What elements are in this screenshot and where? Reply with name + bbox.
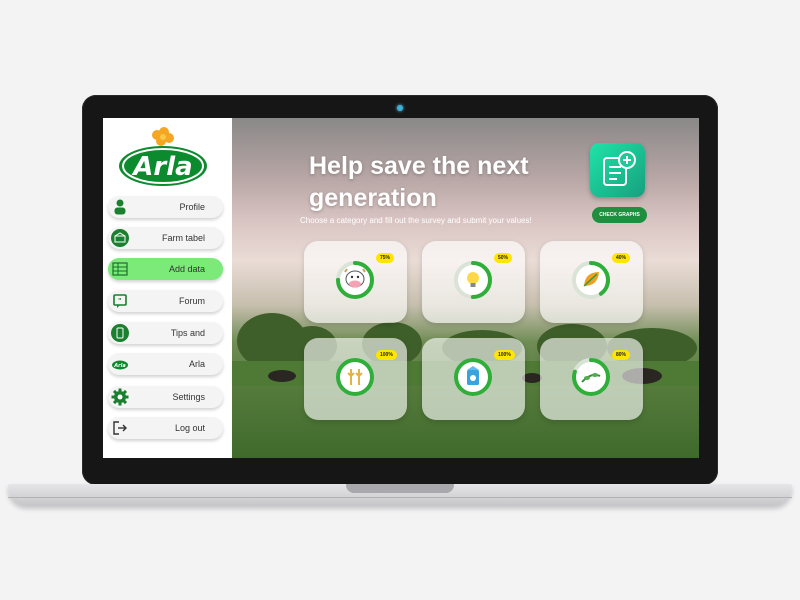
sidebar-item-tips[interactable]: Tips and <box>108 322 223 344</box>
sidebar-item-label: Tips and <box>170 328 205 338</box>
logo-text: Arla <box>131 152 192 182</box>
progress-badge: 100% <box>494 350 515 360</box>
sidebar-item-settings[interactable]: Settings <box>108 386 223 408</box>
progress-ring <box>336 358 374 396</box>
table-icon <box>111 260 129 278</box>
sidebar-item-farm-tabel[interactable]: Farm tabel <box>108 227 223 249</box>
progress-ring <box>572 358 610 396</box>
category-card[interactable]: 75% <box>304 241 407 323</box>
progress-badge: 40% <box>612 253 631 263</box>
progress-ring <box>336 261 374 299</box>
sidebar-item-label: Forum <box>178 296 205 306</box>
progress-badge: 75% <box>376 253 395 263</box>
progress-ring <box>572 261 610 299</box>
page-title: Help save the next generation <box>309 152 529 212</box>
sidebar-item-label: Farm tabel <box>161 233 205 243</box>
sidebar-item-logout[interactable]: Log out <box>108 417 223 439</box>
progress-ring <box>454 358 492 396</box>
check-graphs-button[interactable]: CHECK GRAPHS <box>592 207 647 223</box>
category-card[interactable]: 100% <box>304 338 407 420</box>
progress-badge: 100% <box>376 350 397 360</box>
sidebar-item-profile[interactable]: Profile <box>108 196 223 218</box>
main-panel: Help save the next generation Choose a c… <box>232 118 699 458</box>
barn-icon <box>111 229 129 247</box>
category-card[interactable]: 40% <box>540 241 643 323</box>
sidebar-item-arla[interactable]: Arla Arla <box>108 353 223 375</box>
sidebar-item-label: Arla <box>188 359 205 369</box>
page-subtitle: Choose a category and fill out the surve… <box>300 216 532 225</box>
sidebar-item-label: Add data <box>168 264 205 274</box>
sidebar-item-label: Log out <box>174 423 205 433</box>
app-screen: Arla Profile Farm tabel Add data " Forum… <box>103 118 699 458</box>
arla-logo: Arla <box>119 127 207 186</box>
add-document-icon <box>603 151 636 186</box>
sidebar-item-label: Profile <box>179 202 205 212</box>
category-card[interactable]: 50% <box>422 241 525 323</box>
tablet-icon <box>111 324 129 342</box>
sidebar-item-add-data[interactable]: Add data <box>108 258 223 280</box>
svg-text:": " <box>118 297 122 305</box>
milk-carton-icon <box>467 366 479 385</box>
check-graphs-tile[interactable] <box>590 143 645 197</box>
category-card[interactable]: 100% <box>422 338 525 420</box>
sidebar-item-label: Settings <box>172 392 205 402</box>
svg-text:Arla: Arla <box>113 363 126 369</box>
person-icon <box>111 198 129 216</box>
arla-logo-icon: Arla <box>111 355 129 373</box>
sidebar-item-forum[interactable]: " Forum <box>108 290 223 312</box>
gear-icon <box>111 388 129 406</box>
logout-icon <box>111 419 129 437</box>
webcam <box>397 105 403 111</box>
chat-icon: " <box>111 292 129 310</box>
progress-badge: 80% <box>612 350 631 360</box>
sidebar: Arla Profile Farm tabel Add data " Forum… <box>103 118 232 458</box>
laptop-notch <box>346 484 454 493</box>
category-card[interactable]: 80% <box>540 338 643 420</box>
laptop-base-edge <box>8 497 792 498</box>
progress-badge: 50% <box>494 253 513 263</box>
progress-ring <box>454 261 492 299</box>
